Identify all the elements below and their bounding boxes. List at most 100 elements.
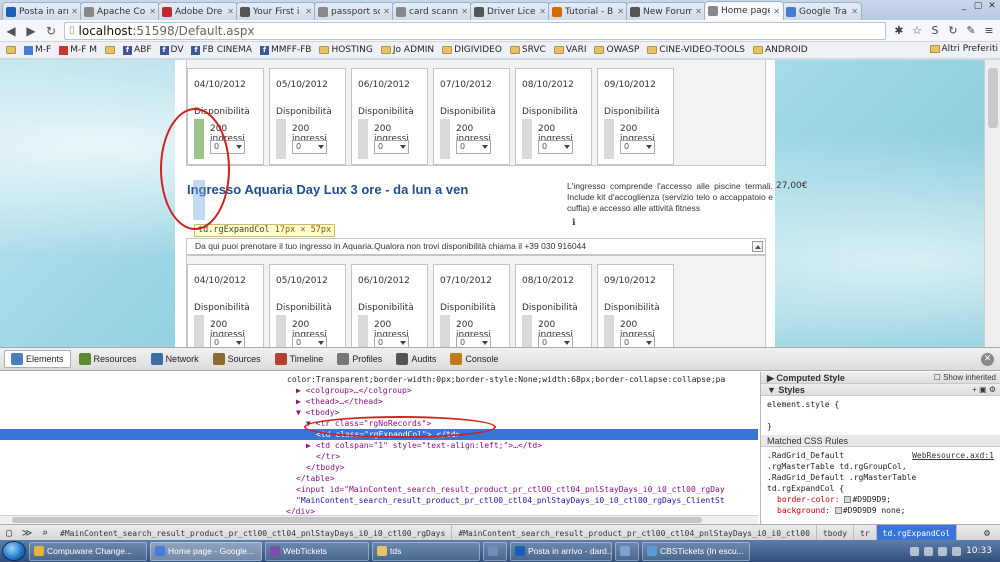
taskbar-item[interactable]: Posta in arrivo - dard... — [510, 541, 612, 561]
tab-close-icon[interactable]: ✕ — [539, 7, 546, 16]
reload-icon[interactable]: ↻ — [44, 24, 58, 38]
show-inherited-toggle[interactable]: ☐ Show inherited — [934, 372, 996, 384]
dom-node-line[interactable]: </table> — [0, 473, 758, 484]
breadcrumb-item[interactable]: tbody — [817, 525, 855, 541]
skype-icon[interactable]: S — [928, 24, 942, 38]
quantity-select[interactable]: 0 — [210, 140, 245, 154]
bookmark-item[interactable]: DIGIVIDEO — [442, 45, 502, 55]
devtools-tab-audits[interactable]: Audits — [390, 351, 442, 367]
dom-node-line[interactable]: </tr> — [0, 451, 758, 462]
quantity-select[interactable]: 0 — [456, 140, 491, 154]
bookmark-item[interactable]: ANDROID — [752, 45, 808, 55]
bookmark-item[interactable]: CINE-VIDEO-TOOLS — [647, 45, 745, 55]
css-value-background[interactable]: #D9D9D9 none; — [843, 506, 906, 515]
styles-header[interactable]: ▼ Styles + ▣ ⚙ — [761, 384, 1000, 396]
bookmark-item[interactable]: OWASP — [594, 45, 639, 55]
volume-icon[interactable] — [952, 546, 962, 556]
bookmark-item[interactable]: f ABF — [123, 45, 152, 55]
inspect-icon[interactable]: ⌕ — [36, 528, 54, 539]
console-drawer-icon[interactable]: ≫ — [18, 528, 36, 539]
dom-node-line[interactable]: ▼ <tr class="rgNoRecords"> — [0, 418, 758, 429]
bookmark-other[interactable]: Altri Preferiti — [925, 44, 998, 54]
quantity-select[interactable]: 0 — [620, 336, 655, 347]
tab-close-icon[interactable]: ✕ — [149, 7, 156, 16]
tab-close-icon[interactable]: ✕ — [71, 7, 78, 16]
tab-close-icon[interactable]: ✕ — [617, 7, 624, 16]
breadcrumb-item[interactable]: tr — [854, 525, 877, 541]
tab-close-icon[interactable]: ✕ — [461, 7, 468, 16]
dom-node-line[interactable]: ▼ <tbody> — [0, 407, 758, 418]
bookmark-item[interactable]: SRVC — [509, 45, 546, 55]
tray-icon[interactable] — [938, 546, 948, 556]
tab-close-icon[interactable]: ✕ — [305, 7, 312, 16]
css-prop-border-color[interactable]: border-color: — [777, 495, 840, 504]
bookmark-item[interactable]: HOSTING — [319, 45, 373, 55]
devtools-tab-elements[interactable]: Elements — [4, 350, 71, 368]
devtools-tab-timeline[interactable]: Timeline — [269, 351, 330, 367]
collapse-icon[interactable] — [752, 241, 763, 252]
tab-close-icon[interactable]: ✕ — [227, 7, 234, 16]
quantity-select[interactable]: 0 — [374, 140, 409, 154]
address-bar[interactable]: ▯ localhost:51598/Default.aspx — [64, 21, 886, 40]
bookmark-item[interactable]: f FB CINEMA — [191, 45, 252, 55]
bookmark-item[interactable]: Jo ADMIN — [380, 45, 434, 55]
browser-tab[interactable]: card scanni ✕ — [392, 2, 472, 20]
taskbar-item[interactable]: Compuware Change... — [29, 541, 147, 561]
maximize-icon[interactable]: ▢ — [972, 0, 984, 12]
quantity-select[interactable]: 0 — [538, 140, 573, 154]
dom-tree-scrollbar-thumb[interactable] — [12, 517, 702, 523]
dom-tree-scrollbar[interactable] — [0, 515, 758, 524]
tab-close-icon[interactable]: ✕ — [383, 7, 390, 16]
computed-style-header[interactable]: ▶ Computed Style ☐ Show inherited — [761, 372, 1000, 384]
lightbulb-icon[interactable]: ✱ — [892, 24, 906, 38]
dom-node-line[interactable]: "MainContent_search_result_product_pr_ct… — [0, 495, 758, 506]
dom-node-line[interactable]: color:Transparent;border-width:0px;borde… — [0, 374, 758, 385]
quantity-select[interactable]: 0 — [292, 336, 327, 347]
browser-tab[interactable]: Home page ✕ — [704, 1, 784, 20]
refresh-icon[interactable]: ↻ — [946, 24, 960, 38]
breadcrumb-item[interactable]: #MainContent_search_result_product_pr_ct… — [54, 525, 453, 541]
forward-icon[interactable]: ▶ — [24, 24, 38, 38]
dock-icon[interactable]: ▢ — [0, 528, 18, 539]
taskbar-item[interactable] — [615, 541, 639, 561]
color-swatch[interactable] — [844, 496, 852, 503]
dom-node-line[interactable]: </tbody> — [0, 462, 758, 473]
browser-tab[interactable]: Adobe Dre ✕ — [158, 2, 238, 20]
devtools-tab-resources[interactable]: Resources — [73, 351, 143, 367]
quantity-select[interactable]: 0 — [374, 336, 409, 347]
browser-tab[interactable]: New Forum ✕ — [626, 2, 706, 20]
dom-node-line[interactable]: <input id="MainContent_search_result_pro… — [0, 484, 758, 495]
bookmark-item[interactable] — [105, 46, 116, 54]
start-button[interactable] — [2, 541, 26, 561]
product-title[interactable]: Ingresso Aquaria Day Lux 3 ore - da lun … — [187, 182, 468, 197]
quantity-select[interactable]: 0 — [456, 336, 491, 347]
color-swatch[interactable] — [834, 507, 842, 514]
wrench-icon[interactable]: ≡ — [982, 24, 996, 38]
dom-node-line[interactable]: ▶ <thead>…</thead> — [0, 396, 758, 407]
clock[interactable]: 10:33 — [966, 546, 992, 556]
taskbar-item[interactable]: WebTickets — [265, 541, 369, 561]
page-scrollbar-thumb[interactable] — [988, 68, 998, 128]
bookmark-item[interactable]: f MMFF-FB — [259, 45, 311, 55]
bookmark-item[interactable]: VARI — [553, 45, 586, 55]
taskbar-item[interactable]: tds — [372, 541, 480, 561]
browser-tab[interactable]: Apache Co ✕ — [80, 2, 160, 20]
quantity-select[interactable]: 0 — [292, 140, 327, 154]
bookmark-item[interactable] — [6, 46, 16, 54]
bookmark-item[interactable]: M-F M — [59, 45, 97, 55]
browser-tab[interactable]: Posta in arri ✕ — [2, 2, 82, 20]
css-value-border-color[interactable]: #D9D9D9; — [852, 495, 891, 504]
browser-tab[interactable]: passport sc ✕ — [314, 2, 394, 20]
dom-node-line[interactable]: ▶ <td colspan="1" style="text-align:left… — [0, 440, 758, 451]
back-icon[interactable]: ◀ — [4, 24, 18, 38]
dom-node-line[interactable]: <td class="rgExpandCol"> </td> — [0, 429, 758, 440]
taskbar-item[interactable]: CBSTickets (In escu... — [642, 541, 750, 561]
tab-close-icon[interactable]: ✕ — [773, 7, 780, 16]
browser-tab[interactable]: Your First i ✕ — [236, 2, 316, 20]
breadcrumb-item[interactable]: td.rgExpandCol — [876, 525, 958, 541]
element-style-open[interactable]: element.style { — [767, 399, 994, 410]
rule-source-link[interactable]: WebResource.axd:1 — [912, 450, 994, 461]
breadcrumb-item[interactable]: #MainContent_search_result_product_pr_ct… — [452, 525, 817, 541]
taskbar-item[interactable]: Home page - Google... — [150, 541, 262, 561]
tray-icon[interactable] — [910, 546, 920, 556]
